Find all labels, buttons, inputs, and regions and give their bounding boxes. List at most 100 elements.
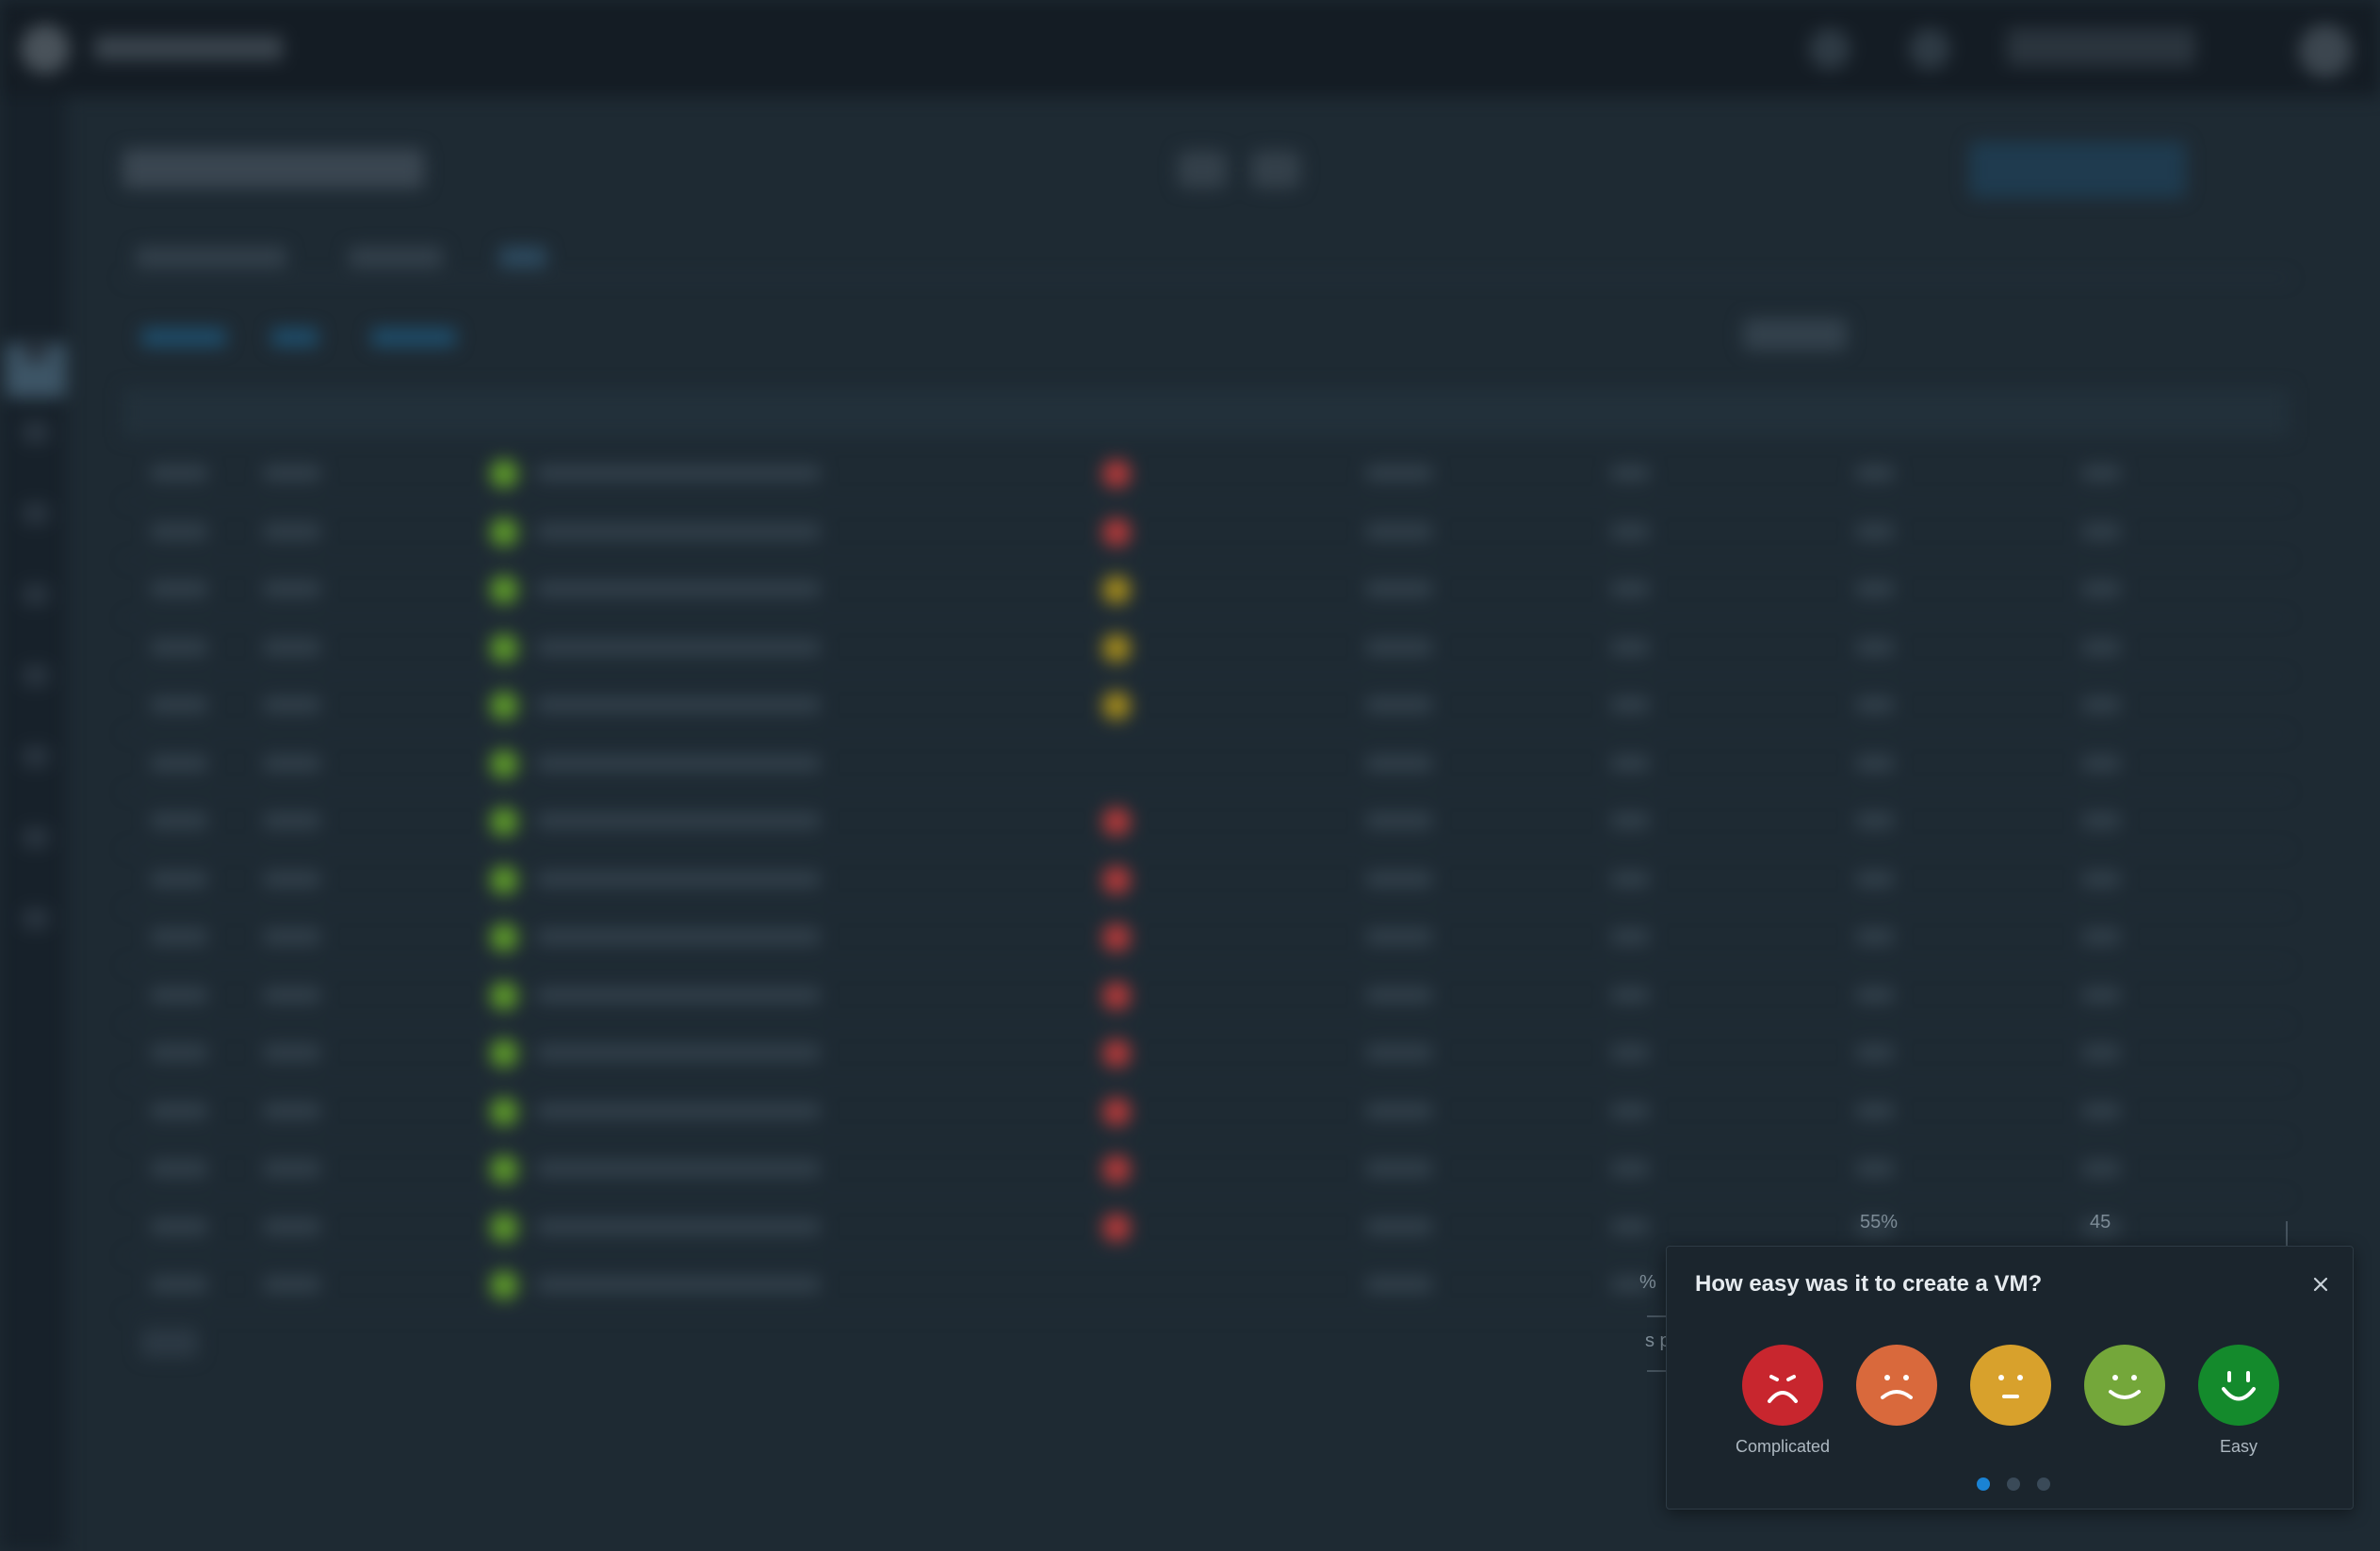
status-dot-error xyxy=(1102,923,1131,952)
table-cell xyxy=(1611,1045,1649,1060)
table-cell xyxy=(537,987,820,1003)
sidebar-icon xyxy=(23,908,49,929)
status-dot-error xyxy=(1102,460,1131,488)
table-cell xyxy=(264,523,320,539)
table-cell xyxy=(151,639,207,655)
table-cell xyxy=(537,813,820,828)
status-dot-ok xyxy=(490,633,518,662)
table-cell xyxy=(537,1102,820,1118)
rating-button-3[interactable] xyxy=(1970,1345,2051,1426)
table-cell xyxy=(2082,929,2120,944)
table-cell xyxy=(1366,697,1432,712)
close-button[interactable] xyxy=(2307,1271,2334,1298)
table-cell xyxy=(537,465,820,481)
table-cell xyxy=(2082,871,2120,887)
table-cell xyxy=(1366,1102,1432,1118)
status-dot-ok xyxy=(490,692,518,720)
status-dot-error xyxy=(1102,1097,1131,1126)
table-cell xyxy=(1856,1102,1894,1118)
tab xyxy=(136,247,286,268)
sidebar-icon xyxy=(23,503,49,524)
table-footer xyxy=(141,1329,198,1357)
table-cell xyxy=(537,1277,820,1292)
table-header xyxy=(122,388,2290,437)
table-cell xyxy=(151,465,207,481)
table-cell xyxy=(1366,1218,1432,1234)
status-dot-error xyxy=(1102,981,1131,1010)
pagination-dot-1[interactable] xyxy=(1977,1478,1990,1491)
table-cell xyxy=(1366,1045,1432,1060)
table-cell xyxy=(1856,987,1894,1003)
logo-wordmark xyxy=(94,36,283,60)
rating-button-2[interactable] xyxy=(1856,1345,1937,1426)
table-cell xyxy=(1856,523,1894,539)
status-dot-ok xyxy=(490,1213,518,1242)
status-dot-ok xyxy=(490,981,518,1010)
top-bar xyxy=(0,0,2380,96)
background-cell-text: 45 xyxy=(2090,1212,2111,1233)
tab xyxy=(349,247,443,268)
table-cell xyxy=(151,755,207,771)
help-icon xyxy=(1809,28,1850,70)
divider xyxy=(2286,1221,2288,1248)
table-cell xyxy=(2082,639,2120,655)
survey-question: How easy was it to create a VM? xyxy=(1695,1271,2043,1297)
table-cell xyxy=(1611,581,1649,596)
status-dot-ok xyxy=(490,1039,518,1068)
table-cell xyxy=(264,987,320,1003)
table-cell xyxy=(264,1277,320,1292)
table-cell xyxy=(1366,1277,1432,1292)
rating-button-4[interactable] xyxy=(2084,1345,2165,1426)
table-cell xyxy=(264,871,320,887)
status-dot-ok xyxy=(490,517,518,547)
table-cell xyxy=(1856,697,1894,712)
pagination-dot-2[interactable] xyxy=(2007,1478,2020,1491)
toolbar-link xyxy=(271,328,318,347)
table-cell xyxy=(264,1045,320,1060)
pagination-dot-3[interactable] xyxy=(2037,1478,2050,1491)
table-cell xyxy=(264,465,320,481)
table-cell xyxy=(537,1161,820,1176)
table-cell xyxy=(1856,465,1894,481)
rating-button-5[interactable] xyxy=(2198,1345,2279,1426)
status-dot-ok xyxy=(490,576,518,604)
table-cell xyxy=(1366,813,1432,828)
search-input xyxy=(1743,318,1847,351)
happy-face-icon xyxy=(2084,1345,2165,1426)
table-cell xyxy=(537,871,820,887)
table-cell xyxy=(264,1161,320,1176)
table-cell xyxy=(151,1102,207,1118)
table-cell xyxy=(1611,929,1649,944)
table-cell xyxy=(2082,465,2120,481)
table-cell xyxy=(1611,813,1649,828)
table-cell xyxy=(1366,987,1432,1003)
table-cell xyxy=(1856,1045,1894,1060)
table-cell xyxy=(1856,639,1894,655)
table-row xyxy=(122,908,2290,966)
table-row xyxy=(122,735,2290,792)
table-cell xyxy=(1366,1161,1432,1176)
rating-button-1[interactable] xyxy=(1742,1345,1823,1426)
table-cell xyxy=(264,755,320,771)
table-cell xyxy=(151,581,207,596)
table-cell xyxy=(1611,465,1649,481)
sidebar-icon xyxy=(23,422,49,443)
table-cell xyxy=(264,1102,320,1118)
table-row xyxy=(122,1083,2290,1140)
status-dot-warning xyxy=(1102,692,1131,720)
table-cell xyxy=(2082,1161,2120,1176)
neutral-face-icon xyxy=(1970,1345,2051,1426)
status-dot-ok xyxy=(490,1097,518,1126)
background-cell-text: % xyxy=(1639,1272,1656,1293)
sidebar-icon xyxy=(23,746,49,767)
table-cell xyxy=(1611,697,1649,712)
table-row xyxy=(122,851,2290,908)
title-chip xyxy=(1251,151,1300,188)
feedback-survey-popup: How easy was it to create a VM? Complica… xyxy=(1666,1246,2354,1510)
table-cell xyxy=(537,581,820,596)
notification-icon xyxy=(1909,28,1950,70)
status-dot-ok xyxy=(490,865,518,894)
sidebar-icon xyxy=(23,665,49,686)
status-dot-error xyxy=(1102,517,1131,547)
divider xyxy=(1647,1370,1668,1372)
